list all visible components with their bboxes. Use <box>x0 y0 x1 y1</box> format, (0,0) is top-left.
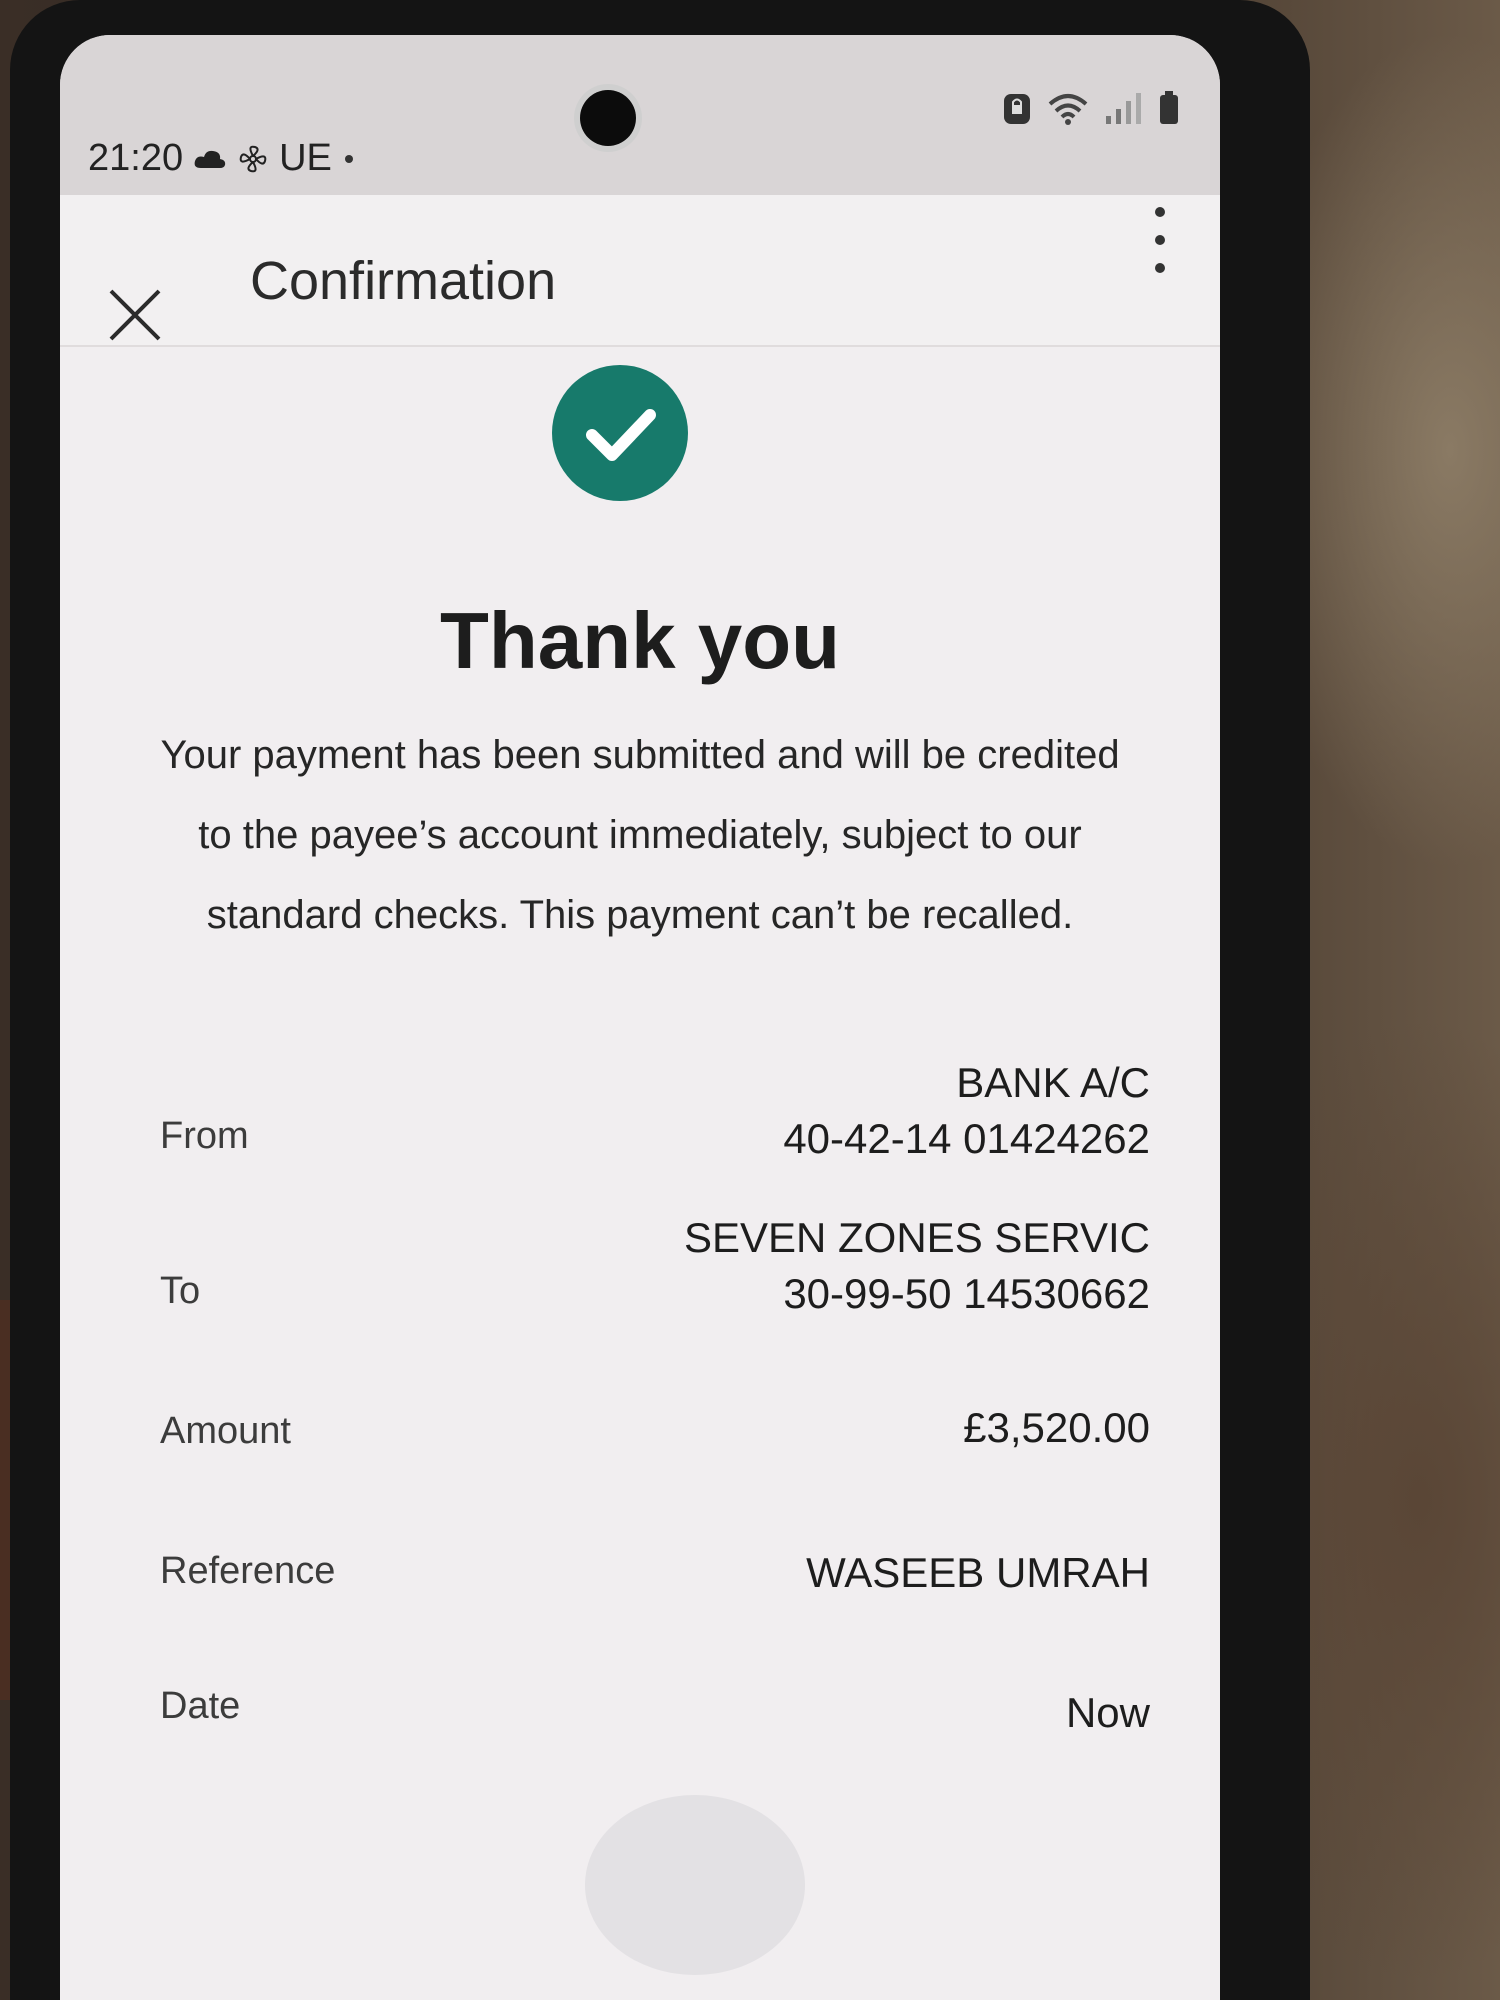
status-time: 21:20 <box>88 137 184 179</box>
wifi-icon <box>1048 94 1088 125</box>
phone-frame: 21:20 UE Confirmation Thank you Your pay… <box>10 0 1310 2000</box>
confirmation-message: Your payment has been submitted and will… <box>160 733 1120 937</box>
status-left: 21:20 UE <box>88 137 356 180</box>
close-icon[interactable] <box>105 285 165 345</box>
from-label: From <box>160 1115 249 1157</box>
page-title: Confirmation <box>250 251 557 311</box>
amount-label: Amount <box>160 1410 291 1452</box>
notification-dot-icon <box>344 154 353 163</box>
fingerprint-sensor-area[interactable] <box>585 1795 805 1975</box>
status-icons <box>1002 90 1180 126</box>
phone-screen: 21:20 UE Confirmation Thank you Your pay… <box>60 35 1220 2000</box>
cloud-icon <box>194 150 226 168</box>
thank-you-heading: Thank you <box>439 596 841 685</box>
payee-name: SEVEN ZONES SERVIC <box>683 1214 1150 1261</box>
status-carrier: UE <box>279 137 332 179</box>
signal-icon <box>1106 93 1141 124</box>
to-value: SEVEN ZONES SERVIC 30-99-50 14530662 <box>684 1210 1150 1322</box>
from-account-number: 40-42-14 01424262 <box>783 1115 1150 1162</box>
date-value: Now <box>1065 1689 1150 1736</box>
amount-value: £3,520.00 <box>963 1404 1150 1451</box>
fan-icon <box>239 145 267 172</box>
date-label: Date <box>160 1685 241 1727</box>
battery-icon <box>1160 91 1178 124</box>
status-bar: 21:20 UE <box>60 35 1220 195</box>
to-label: To <box>160 1270 201 1312</box>
reference-value: WASEEB UMRAH <box>806 1549 1150 1596</box>
lock-icon <box>1004 94 1030 124</box>
from-account-name: BANK A/C <box>956 1059 1150 1106</box>
app-header <box>60 195 1220 347</box>
payee-account-number: 30-99-50 14530662 <box>783 1270 1150 1317</box>
success-check-icon <box>552 365 688 501</box>
reference-label: Reference <box>160 1550 336 1592</box>
from-value: BANK A/C 40-42-14 01424262 <box>783 1055 1150 1167</box>
front-camera <box>580 90 636 146</box>
more-options-icon[interactable] <box>1140 200 1180 280</box>
